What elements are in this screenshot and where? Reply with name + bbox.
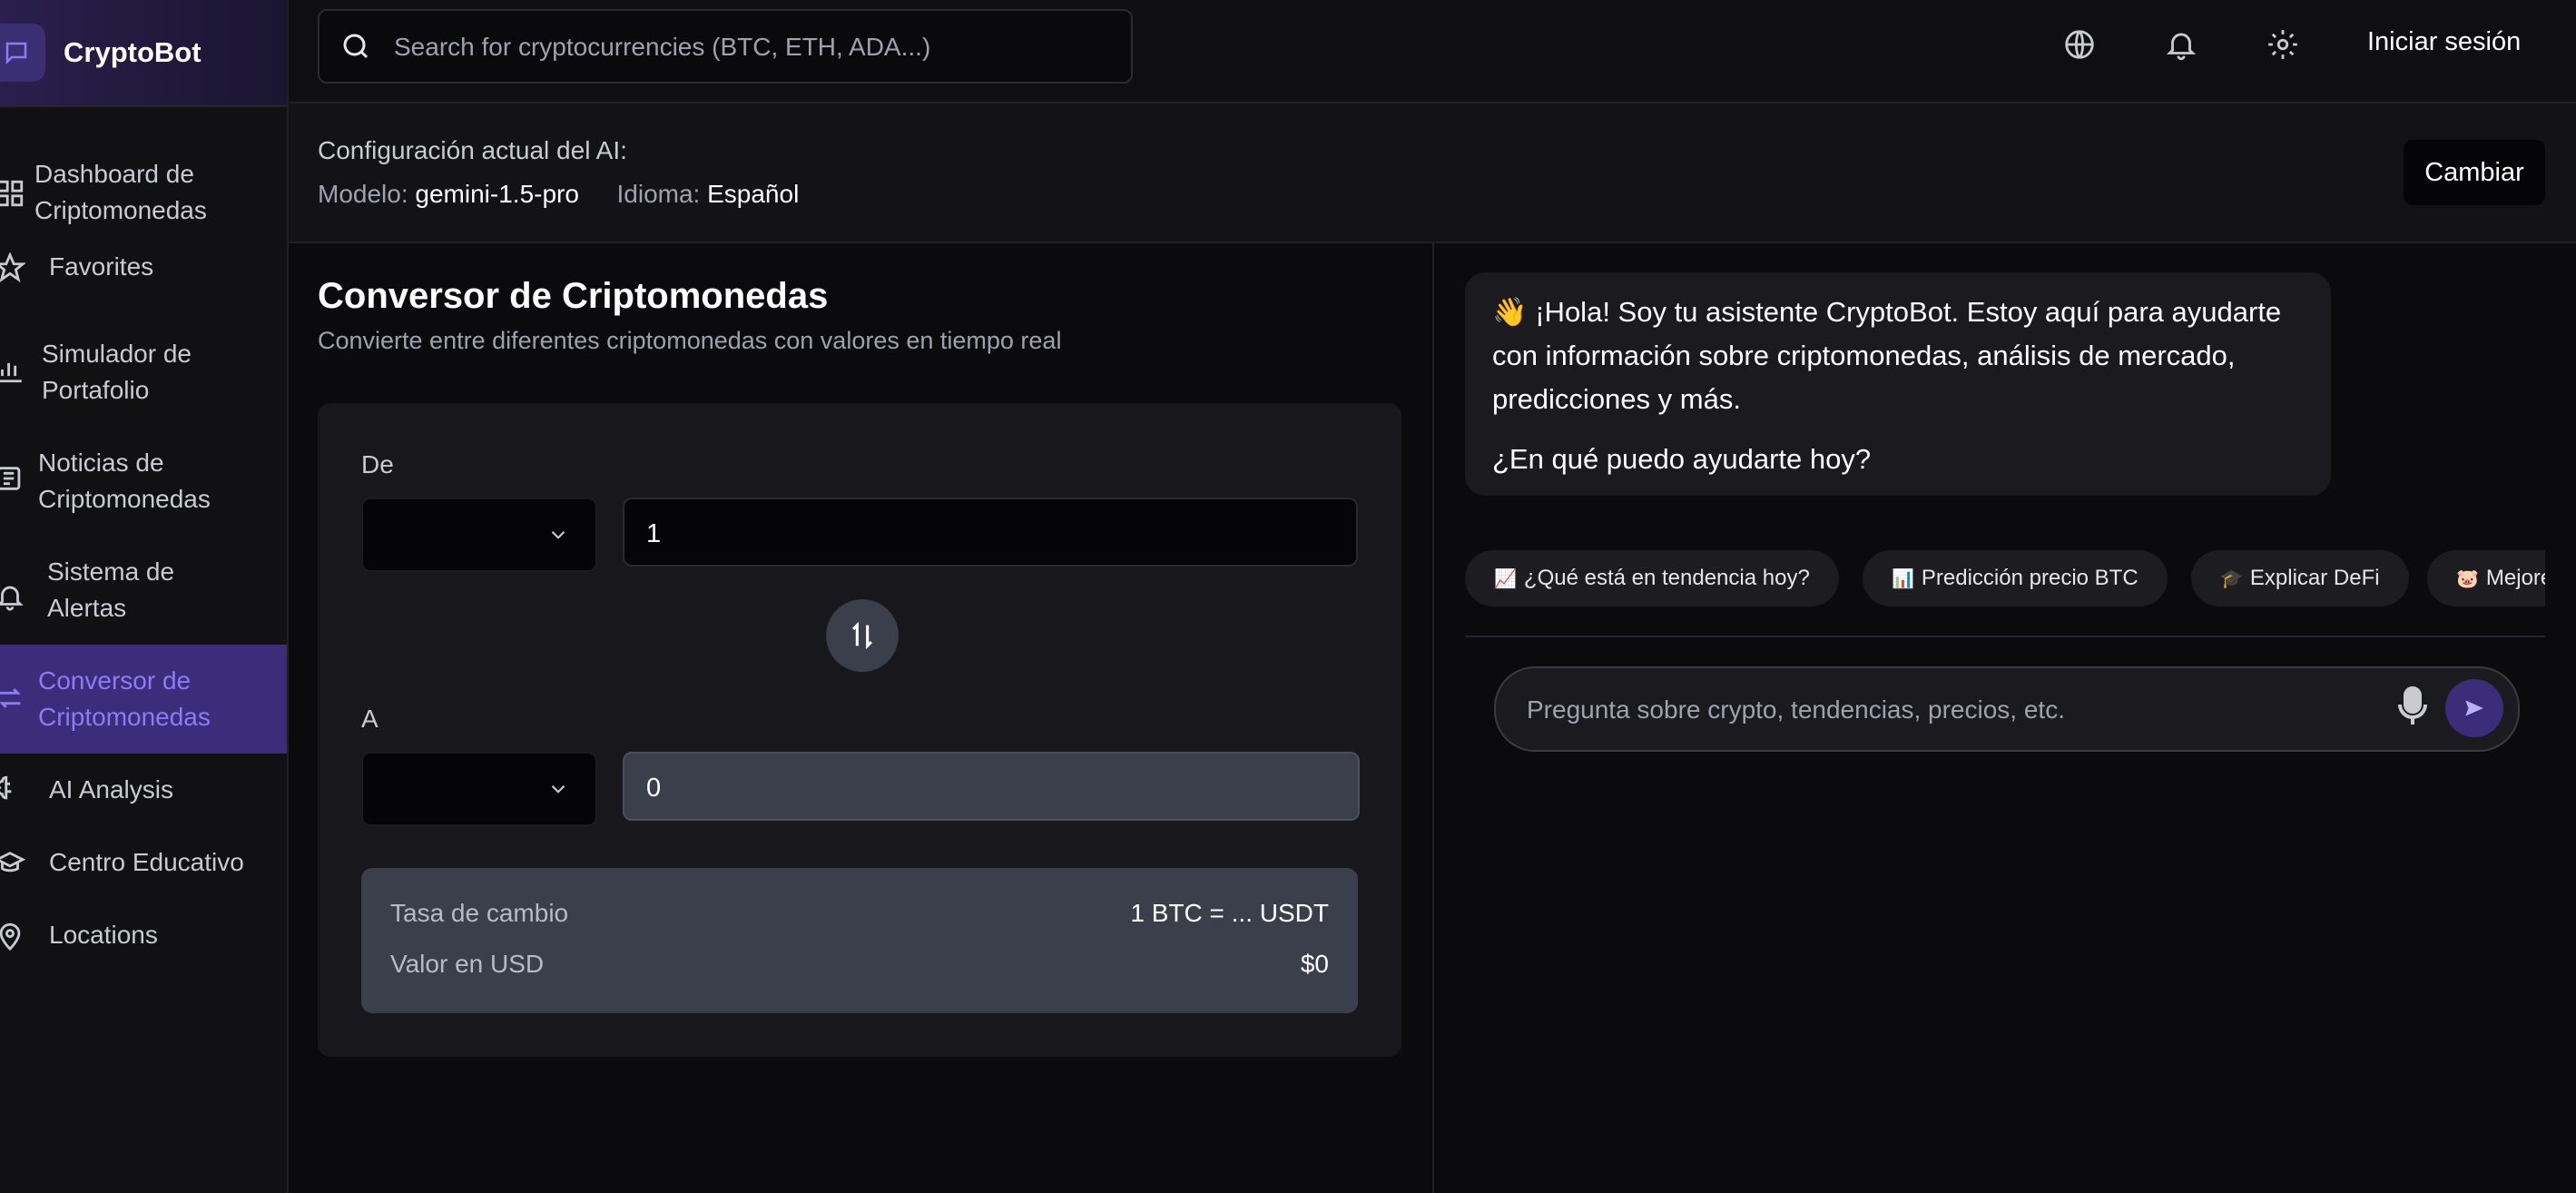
sidebar-item-label: AI Analysis bbox=[49, 775, 173, 804]
model-value: gemini-1.5-pro bbox=[415, 180, 579, 208]
wave-emoji: 👋 bbox=[1492, 296, 1528, 328]
chat-input-box bbox=[1494, 666, 2520, 752]
language-label: Idioma: bbox=[616, 180, 701, 208]
sidebar-item-label: Sistema de bbox=[47, 557, 175, 586]
arrows-exchange-icon bbox=[0, 688, 21, 708]
trending-icon: 📈 bbox=[1494, 569, 1517, 589]
to-amount-output: 0 bbox=[623, 752, 1360, 821]
page-subtitle: Convierte entre diferentes criptomonedas… bbox=[318, 327, 1062, 354]
divider bbox=[1465, 636, 2545, 637]
suggestion-chip[interactable]: 📊 Predicción precio BTC bbox=[1863, 550, 2168, 606]
star-icon bbox=[0, 252, 25, 283]
suggestion-label: Mejore bbox=[2485, 566, 2545, 590]
suggestion-chip[interactable]: 🐷 Mejore bbox=[2427, 550, 2545, 606]
send-icon bbox=[2465, 700, 2483, 716]
assistant-greeting-line: 👋 ¡Hola! Soy tu asistente CryptoBot. Est… bbox=[1492, 291, 2309, 421]
model-label: Modelo: bbox=[318, 180, 408, 208]
app-name[interactable]: CryptoBot bbox=[64, 36, 202, 69]
to-label: A bbox=[361, 705, 379, 733]
sidebar-item-label: Criptomonedas bbox=[38, 485, 211, 513]
bell-icon[interactable] bbox=[2164, 27, 2198, 62]
from-currency-select[interactable] bbox=[361, 498, 597, 572]
sidebar-item-news[interactable]: Noticias de Criptomonedas bbox=[0, 445, 287, 518]
ai-config-details: Modelo: gemini-1.5-pro Idioma: Español bbox=[318, 180, 799, 209]
microphone-icon[interactable] bbox=[2398, 686, 2427, 726]
sidebar-item-label: Simulador de bbox=[42, 340, 192, 368]
newspaper-icon bbox=[0, 467, 21, 490]
sidebar-item-alerts[interactable]: Sistema de Alertas bbox=[0, 554, 287, 626]
chevron-down-icon bbox=[551, 784, 565, 794]
chat-input[interactable] bbox=[1525, 668, 2382, 752]
brain-icon bbox=[0, 775, 12, 800]
search-input[interactable] bbox=[392, 11, 1113, 84]
assistant-message: 👋 ¡Hola! Soy tu asistente CryptoBot. Est… bbox=[1465, 272, 2331, 496]
exchange-info-box: Tasa de cambio 1 BTC = ... USDT Valor en… bbox=[361, 868, 1358, 1013]
sidebar-item-label: Locations bbox=[49, 921, 158, 949]
chevron-down-icon bbox=[551, 530, 565, 539]
send-button[interactable] bbox=[2445, 679, 2503, 737]
sidebar-item-label: Conversor de bbox=[38, 666, 192, 695]
login-button[interactable]: Iniciar sesión bbox=[2367, 27, 2521, 57]
converter-card: De 1 A 0 Tasa de cambio 1 BTC = ... USDT… bbox=[318, 403, 1401, 1057]
graduation-cap-icon bbox=[0, 852, 25, 873]
from-label: De bbox=[361, 450, 394, 478]
suggestion-chip[interactable]: 🎓 Explicar DeFi bbox=[2191, 550, 2409, 606]
chat-bubble-icon bbox=[0, 24, 45, 82]
sidebar: CryptoBot Dashboard de Criptomonedas Fav… bbox=[0, 0, 289, 1193]
to-currency-select[interactable] bbox=[361, 752, 597, 826]
suggestion-chips: 📈 ¿Qué está en tendencia hoy? 📊 Predicción… bbox=[1465, 550, 2545, 606]
usd-label: Valor en USD bbox=[390, 950, 545, 978]
brand-header: CryptoBot bbox=[0, 0, 287, 107]
suggestion-label: ¿Qué está en tendencia hoy? bbox=[1523, 566, 1810, 590]
from-amount-input[interactable]: 1 bbox=[623, 498, 1358, 567]
piggy-bank-icon: 🐷 bbox=[2456, 569, 2479, 589]
sidebar-item-dashboard[interactable]: Dashboard de Criptomonedas bbox=[0, 156, 287, 229]
sidebar-item-label: Criptomonedas bbox=[34, 196, 207, 224]
greeting-text: ¡Hola! Soy tu asistente CryptoBot. Estoy… bbox=[1492, 296, 2282, 415]
sidebar-item-label: Portafolio bbox=[42, 376, 150, 404]
sidebar-item-label: Alertas bbox=[47, 594, 127, 622]
sidebar-item-label: Noticias de bbox=[38, 449, 164, 477]
swap-button[interactable] bbox=[826, 599, 899, 672]
search-box bbox=[318, 9, 1133, 84]
globe-icon[interactable] bbox=[2062, 27, 2097, 62]
change-config-button[interactable]: Cambiar bbox=[2404, 140, 2545, 205]
sidebar-item-label: Centro Educativo bbox=[49, 848, 244, 876]
sidebar-item-education[interactable]: Centro Educativo bbox=[0, 844, 287, 884]
language-value: Español bbox=[707, 180, 800, 208]
suggestion-label: Predicción precio BTC bbox=[1921, 566, 2138, 590]
page-title: Conversor de Criptomonedas bbox=[318, 276, 829, 316]
rate-value: 1 BTC = ... USDT bbox=[1130, 899, 1329, 927]
grid-icon bbox=[0, 180, 24, 207]
chat-panel: 👋 ¡Hola! Soy tu asistente CryptoBot. Est… bbox=[1432, 243, 2576, 1193]
ai-config-bar: Configuración actual del AI: Modelo: gem… bbox=[289, 104, 2576, 243]
bar-chart-icon bbox=[0, 362, 22, 383]
ai-config-title: Configuración actual del AI: bbox=[318, 136, 627, 164]
chart-icon: 📊 bbox=[1892, 569, 1914, 589]
swap-arrows-icon bbox=[851, 621, 873, 650]
greeting-question: ¿En qué puedo ayudarte hoy? bbox=[1492, 443, 1872, 475]
sidebar-item-label: Dashboard de bbox=[34, 160, 194, 188]
search-icon bbox=[343, 34, 369, 59]
bell-icon bbox=[0, 586, 24, 611]
sidebar-item-label: Favorites bbox=[49, 252, 154, 281]
sidebar-item-favorites[interactable]: Favorites bbox=[0, 249, 287, 289]
map-pin-icon bbox=[0, 922, 21, 951]
suggestion-label: Explicar DeFi bbox=[2249, 566, 2380, 590]
sidebar-item-locations[interactable]: Locations bbox=[0, 917, 287, 957]
rate-label: Tasa de cambio bbox=[390, 899, 569, 927]
converter-panel: Conversor de Criptomonedas Convierte ent… bbox=[289, 243, 1432, 1193]
graduation-cap-icon: 🎓 bbox=[2220, 569, 2243, 589]
top-bar: Iniciar sesión bbox=[289, 0, 2576, 104]
usd-value: $0 bbox=[1300, 950, 1329, 978]
suggestion-chip[interactable]: 📈 ¿Qué está en tendencia hoy? bbox=[1465, 550, 1839, 606]
sidebar-item-label: Criptomonedas bbox=[38, 703, 211, 731]
sidebar-item-ai-analysis[interactable]: AI Analysis bbox=[0, 772, 287, 812]
sidebar-item-converter[interactable]: Conversor de Criptomonedas bbox=[0, 645, 287, 754]
gear-icon[interactable] bbox=[2266, 27, 2300, 62]
sidebar-item-portfolio-simulator[interactable]: Simulador de Portafolio bbox=[0, 336, 287, 409]
